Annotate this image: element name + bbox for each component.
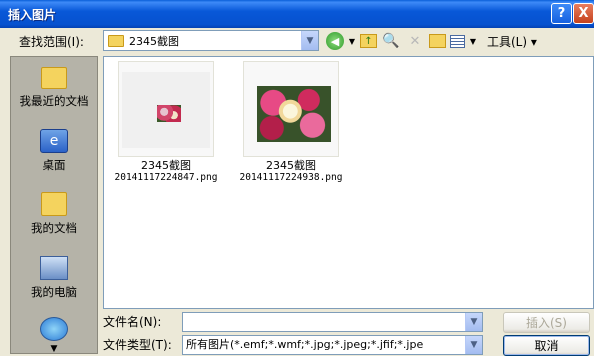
file-name-line2: 20141117224847.png bbox=[114, 172, 218, 183]
thumbnail-frame bbox=[122, 72, 210, 148]
look-in-label: 查找范围(I): bbox=[19, 35, 84, 49]
scroll-down-icon[interactable]: ▼ bbox=[47, 344, 61, 354]
insert-button[interactable]: 插入(S) bbox=[503, 312, 590, 333]
place-network[interactable] bbox=[11, 317, 97, 345]
search-web-icon[interactable]: 🔍 bbox=[381, 31, 401, 51]
toolbar-icons: ◀ ▼ ↑ 🔍 ✕ ▼ 工具(L) ▾ bbox=[326, 31, 537, 51]
back-dropdown-icon[interactable]: ▼ bbox=[348, 31, 356, 51]
title-bar[interactable]: 插入图片 ? X bbox=[0, 0, 594, 28]
back-icon[interactable]: ◀ bbox=[326, 32, 344, 50]
cancel-button[interactable]: 取消 bbox=[503, 335, 590, 356]
chevron-down-icon[interactable]: ▼ bbox=[301, 31, 318, 50]
window-title: 插入图片 bbox=[8, 7, 57, 22]
network-icon bbox=[40, 317, 68, 341]
place-label: 我的文档 bbox=[31, 221, 77, 235]
close-button[interactable]: X bbox=[573, 3, 594, 24]
file-type-label: 文件类型(T): bbox=[103, 338, 172, 352]
file-label[interactable]: 2345截图 20141117224938.png bbox=[226, 160, 356, 184]
file-name-line1: 2345截图 bbox=[141, 159, 191, 172]
chevron-down-icon[interactable]: ▼ bbox=[465, 313, 482, 331]
flower-image bbox=[157, 105, 181, 122]
place-label: 桌面 bbox=[42, 158, 66, 172]
tools-label: 工具(L) bbox=[487, 34, 528, 49]
flower-image bbox=[257, 86, 331, 142]
folder-icon bbox=[108, 34, 124, 47]
place-recent-documents[interactable]: 我最近的文档 bbox=[11, 67, 97, 109]
file-thumbnail[interactable] bbox=[243, 61, 339, 157]
new-folder-icon[interactable] bbox=[429, 34, 446, 48]
place-label: 我最近的文档 bbox=[19, 94, 89, 108]
my-computer-icon bbox=[40, 256, 68, 280]
file-name-input[interactable]: ▼ bbox=[182, 312, 483, 332]
file-type-select[interactable]: 所有图片(*.emf;*.wmf;*.jpg;*.jpeg;*.jfif;*.j… bbox=[182, 335, 483, 355]
delete-icon[interactable]: ✕ bbox=[405, 31, 425, 51]
recent-docs-icon bbox=[41, 67, 67, 89]
place-label: 我的电脑 bbox=[31, 285, 77, 299]
place-my-documents[interactable]: 我的文档 bbox=[11, 192, 97, 236]
file-name-label: 文件名(N): bbox=[103, 315, 162, 329]
up-folder-icon[interactable]: ↑ bbox=[360, 34, 377, 48]
tools-menu[interactable]: 工具(L) ▾ bbox=[487, 33, 537, 50]
look-in-value: 2345截图 bbox=[129, 34, 179, 48]
place-desktop[interactable]: e 桌面 bbox=[11, 129, 97, 173]
file-thumbnail[interactable] bbox=[118, 61, 214, 157]
help-button[interactable]: ? bbox=[551, 3, 572, 24]
file-label[interactable]: 2345截图 20141117224847.png bbox=[101, 160, 231, 184]
desktop-icon: e bbox=[40, 129, 68, 153]
places-bar: 我最近的文档 e 桌面 我的文档 我的电脑 ▼ bbox=[10, 56, 98, 354]
file-type-value: 所有图片(*.emf;*.wmf;*.jpg;*.jpeg;*.jfif;*.j… bbox=[186, 338, 424, 351]
file-name-line1: 2345截图 bbox=[266, 159, 316, 172]
views-icon[interactable] bbox=[450, 34, 465, 48]
look-in-combo[interactable]: 2345截图 ▼ bbox=[103, 30, 319, 51]
my-documents-icon bbox=[41, 192, 67, 216]
place-my-computer[interactable]: 我的电脑 bbox=[11, 256, 97, 300]
views-dropdown-icon[interactable]: ▼ bbox=[469, 31, 477, 51]
file-list[interactable]: 2345截图 20141117224847.png 2345截图 2014111… bbox=[103, 56, 594, 309]
chevron-down-icon[interactable]: ▼ bbox=[465, 336, 482, 354]
file-name-line2: 20141117224938.png bbox=[239, 172, 343, 183]
